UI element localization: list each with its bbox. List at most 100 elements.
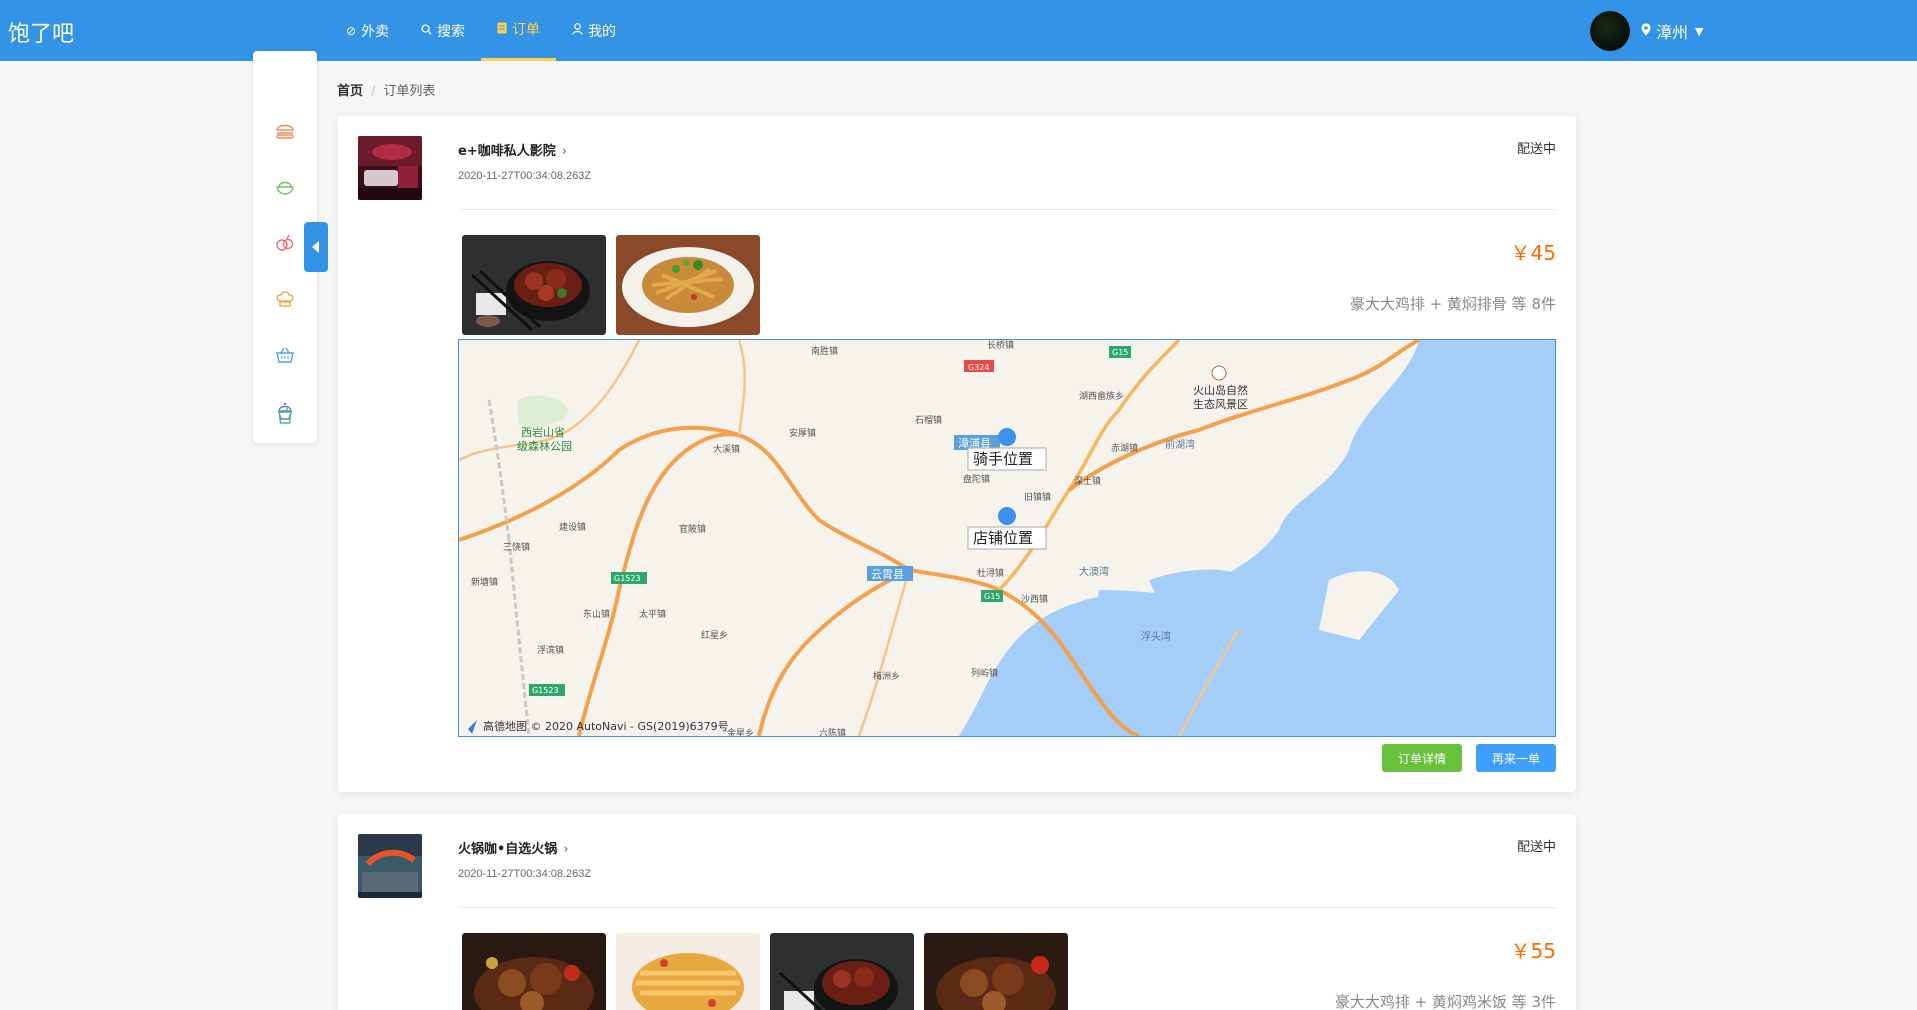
- food-image[interactable]: [462, 235, 606, 335]
- breadcrumb-separator: /: [371, 84, 376, 99]
- sidebar-toggle-button[interactable]: [304, 222, 328, 272]
- svg-text:大溪镇: 大溪镇: [713, 443, 740, 455]
- svg-text:赤湖镇: 赤湖镇: [1111, 442, 1138, 454]
- svg-text:旧镇镇: 旧镇镇: [1024, 491, 1051, 503]
- breadcrumb-current: 订单列表: [383, 84, 436, 99]
- order-status: 配送中: [1516, 840, 1556, 855]
- user-icon: [572, 23, 583, 38]
- svg-text:大澳湾: 大澳湾: [1079, 565, 1109, 578]
- svg-text:太平镇: 太平镇: [639, 608, 666, 620]
- svg-text:浮滨镇: 浮滨镇: [537, 644, 564, 656]
- svg-text:安厚镇: 安厚镇: [789, 427, 816, 439]
- delivery-map[interactable]: 南胜镇 长桥镇 G324 G15 火山岛自然 生态风景区 湖西畲族乡 石榴镇 漳…: [458, 339, 1556, 737]
- svg-text:高德地图 © 2020 AutoNavi - GS(2019: 高德地图 © 2020 AutoNavi - GS(2019)6379号: [483, 719, 729, 733]
- svg-text:云霄县: 云霄县: [871, 568, 904, 581]
- chevron-right-icon: ›: [563, 842, 569, 857]
- svg-text:湖西畲族乡: 湖西畲族乡: [1079, 390, 1124, 402]
- shop-thumbnail[interactable]: [358, 136, 422, 200]
- svg-text:骑手位置: 骑手位置: [973, 450, 1033, 468]
- app-logo[interactable]: 饱了吧: [8, 16, 74, 48]
- order-summary: 豪大大鸡排 + 黄焖排骨 等 8件: [1349, 295, 1556, 313]
- shop-name: e+咖啡私人影院: [458, 144, 556, 159]
- order-time: 2020-11-27T00:34:08.263Z: [458, 170, 592, 182]
- svg-text:店铺位置: 店铺位置: [973, 529, 1033, 547]
- breadcrumb-home[interactable]: 首页: [337, 84, 363, 99]
- order-price: ￥45: [1510, 241, 1556, 265]
- nav-mine[interactable]: 我的: [556, 0, 632, 61]
- order-status: 配送中: [1516, 142, 1556, 157]
- food-image[interactable]: [770, 933, 914, 1010]
- main-nav: ⊘ 外卖 搜索 订单 我的: [330, 0, 632, 61]
- svg-text:金星乡: 金星乡: [727, 727, 754, 736]
- svg-text:六陈镇: 六陈镇: [819, 727, 846, 736]
- order-card: 火锅咖•自选火锅 › 2020-11-27T00:34:08.263Z 配送中 ￥…: [338, 814, 1576, 1010]
- order-time: 2020-11-27T00:34:08.263Z: [458, 868, 592, 880]
- drink-icon[interactable]: [273, 455, 297, 479]
- search-icon: [421, 23, 432, 38]
- chef-hat-icon[interactable]: [273, 287, 297, 311]
- caret-left-icon: [312, 241, 319, 253]
- svg-text:红星乡: 红星乡: [701, 629, 728, 641]
- svg-text:杜浔镇: 杜浔镇: [977, 567, 1004, 579]
- nav-search-label: 搜索: [437, 23, 466, 40]
- reorder-button[interactable]: 再来一单: [1475, 744, 1556, 772]
- svg-text:G1523: G1523: [532, 686, 559, 695]
- shop-name-link[interactable]: e+咖啡私人影院 ›: [458, 140, 567, 159]
- svg-text:前湖湾: 前湖湾: [1165, 438, 1195, 451]
- food-image[interactable]: [924, 933, 1068, 1010]
- svg-text:梅洲乡: 梅洲乡: [873, 670, 900, 682]
- shop-name-link[interactable]: 火锅咖•自选火锅 ›: [458, 838, 569, 857]
- svg-text:西岩山省: 西岩山省: [521, 425, 565, 439]
- svg-text:深土镇: 深土镇: [1074, 475, 1101, 487]
- divider: [458, 907, 1556, 908]
- food-image[interactable]: [616, 235, 760, 335]
- city-name: 漳州: [1656, 23, 1689, 42]
- fruit-icon[interactable]: [273, 231, 297, 255]
- rice-bowl-icon[interactable]: [273, 175, 297, 199]
- location-pin-icon: [1641, 23, 1651, 40]
- svg-text:新塘镇: 新塘镇: [471, 576, 498, 588]
- nav-orders-label: 订单: [512, 22, 541, 38]
- nav-orders[interactable]: 订单: [481, 0, 557, 61]
- svg-text:沙西镇: 沙西镇: [1021, 593, 1048, 605]
- nav-search[interactable]: 搜索: [405, 0, 481, 61]
- hamburger-icon[interactable]: [273, 119, 297, 143]
- order-summary: 豪大大鸡排 + 黄焖鸡米饭 等 3件: [1334, 993, 1556, 1010]
- svg-text:长桥镇: 长桥镇: [987, 340, 1014, 351]
- shop-name: 火锅咖•自选火锅: [458, 842, 558, 857]
- svg-text:生态风景区: 生态风景区: [1193, 397, 1248, 411]
- svg-text:三饶镇: 三饶镇: [503, 541, 530, 553]
- food-image[interactable]: [616, 933, 760, 1010]
- divider: [458, 209, 1556, 210]
- basket-icon[interactable]: [273, 343, 297, 367]
- svg-text:G15: G15: [1112, 348, 1128, 357]
- order-price: ￥55: [1510, 939, 1556, 963]
- drink-cup-icon[interactable]: [273, 403, 297, 427]
- nav-takeout[interactable]: ⊘ 外卖: [330, 0, 405, 61]
- svg-text:级森林公园: 级森林公园: [517, 439, 572, 453]
- svg-text:盘陀镇: 盘陀镇: [963, 473, 990, 485]
- city-selector[interactable]: 漳州 ▼: [1641, 19, 1703, 43]
- nav-mine-label: 我的: [588, 23, 617, 40]
- svg-text:浮头湾: 浮头湾: [1141, 630, 1171, 643]
- chevron-right-icon: ›: [561, 144, 567, 159]
- svg-text:建设镇: 建设镇: [559, 521, 586, 533]
- avatar[interactable]: [1590, 11, 1630, 51]
- breadcrumb: 首页 / 订单列表: [337, 80, 435, 99]
- nav-takeout-label: 外卖: [361, 23, 390, 40]
- svg-text:列屿镇: 列屿镇: [971, 667, 998, 679]
- svg-text:G324: G324: [968, 363, 989, 372]
- order-detail-button[interactable]: 订单详情: [1381, 744, 1462, 772]
- shop-thumbnail[interactable]: [358, 834, 422, 898]
- order-card: e+咖啡私人影院 › 2020-11-27T00:34:08.263Z 配送中 ￥…: [338, 116, 1576, 792]
- svg-text:石榴镇: 石榴镇: [915, 414, 942, 426]
- caret-down-icon: ▼: [1695, 24, 1704, 38]
- svg-text:G15: G15: [984, 592, 1000, 601]
- svg-text:官陂镇: 官陂镇: [679, 523, 706, 535]
- food-image[interactable]: [462, 933, 606, 1010]
- svg-text:南胜镇: 南胜镇: [811, 345, 838, 357]
- svg-text:东山镇: 东山镇: [583, 608, 610, 620]
- compass-icon: ⊘: [346, 23, 357, 38]
- order-icon: [497, 22, 507, 37]
- svg-text:火山岛自然: 火山岛自然: [1193, 383, 1248, 397]
